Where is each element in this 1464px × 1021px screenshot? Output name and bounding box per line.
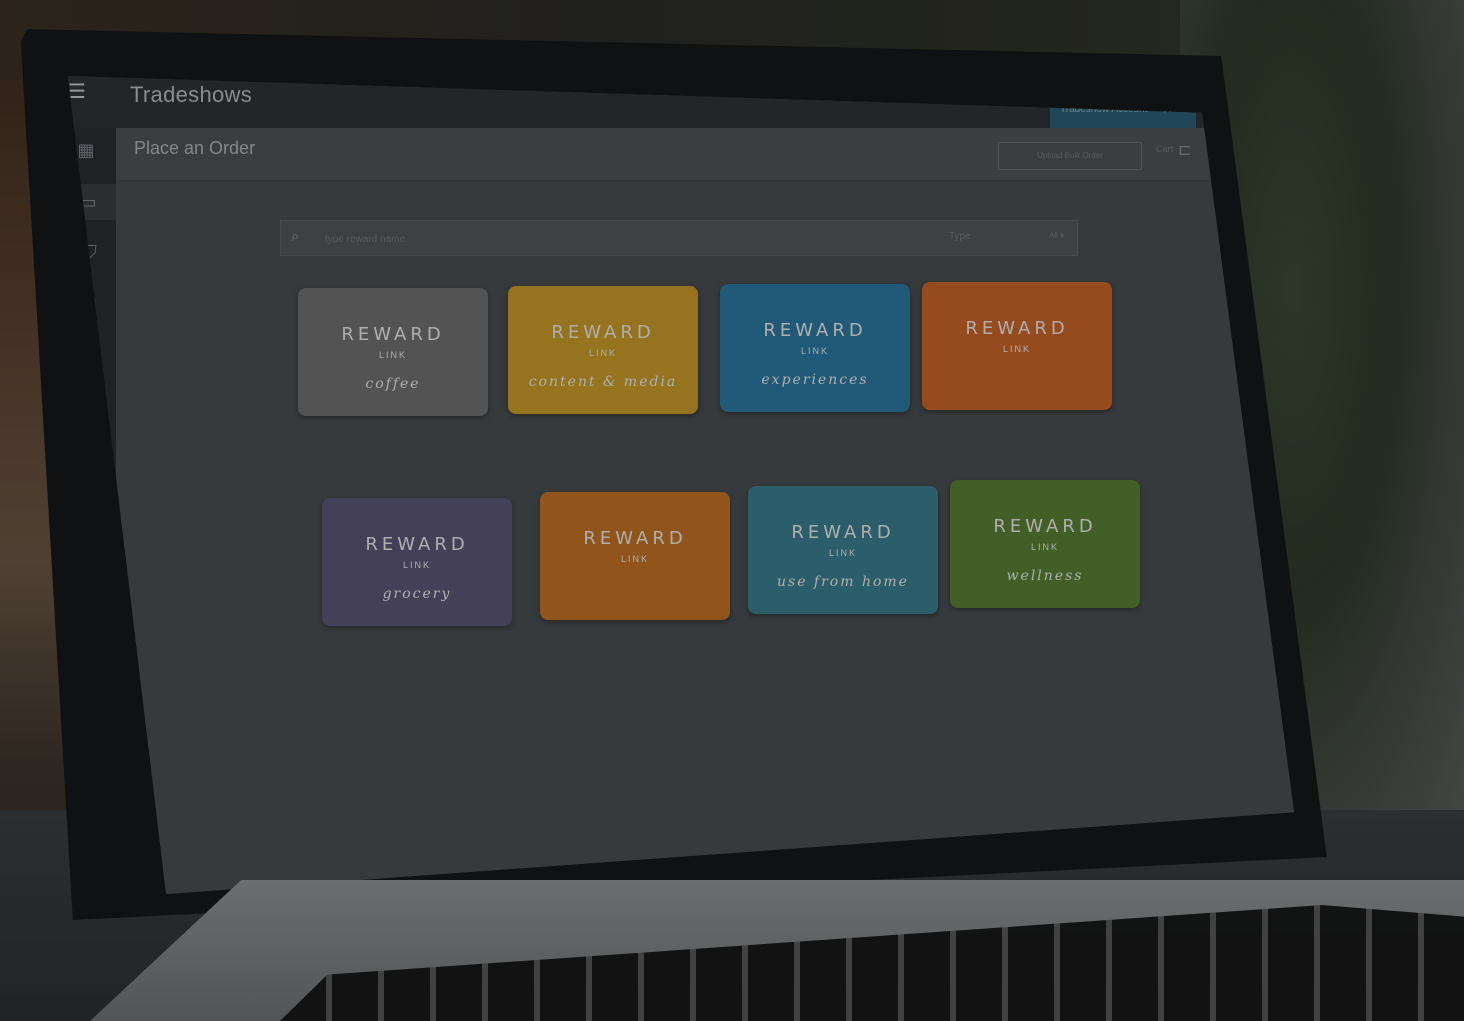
hamburger-icon[interactable]: ☰: [68, 82, 92, 102]
card-sub: LINK: [620, 554, 649, 564]
upload-bulk-order-button[interactable]: Upload Bulk Order: [998, 142, 1142, 170]
reward-card[interactable]: REWARD LINK use from home: [748, 486, 938, 614]
card-brand: REWARD: [965, 318, 1069, 339]
card-brand: REWARD: [791, 522, 895, 543]
card-brand: REWARD: [365, 534, 469, 555]
cart-icon[interactable]: ⊏: [1178, 140, 1191, 160]
card-category: wellness: [1006, 568, 1084, 584]
reward-card[interactable]: REWARD LINK: [540, 492, 730, 620]
reward-card[interactable]: REWARD LINK content & media: [508, 286, 698, 414]
card-sub: LINK: [828, 548, 857, 558]
scene: ☰ Tradeshows ⌂ Tradeshow Account $3K ▾ ▦…: [0, 0, 1464, 1021]
type-filter-label: Type: [949, 231, 971, 242]
search-input[interactable]: [323, 228, 887, 250]
search-icon: ⌕: [291, 228, 300, 245]
page-header: Place an Order Upload Bulk Order Cart ⊏: [116, 128, 1294, 181]
reward-card[interactable]: REWARD LINK experiences: [720, 284, 910, 412]
laptop-screen: ☰ Tradeshows ⌂ Tradeshow Account $3K ▾ ▦…: [68, 76, 1294, 894]
card-category: experiences: [761, 372, 869, 388]
card-sub: LINK: [402, 560, 431, 570]
search-bar: ⌕ Type All ▾: [280, 220, 1078, 256]
cart-label[interactable]: Cart: [1156, 144, 1173, 154]
card-brand: REWARD: [341, 324, 445, 345]
card-sub: LINK: [378, 350, 407, 360]
page-title: Place an Order: [134, 138, 256, 158]
reward-card[interactable]: REWARD LINK coffee: [298, 288, 488, 416]
card-sub: LINK: [1030, 542, 1059, 552]
card-brand: REWARD: [763, 320, 867, 341]
reward-card[interactable]: REWARD LINK grocery: [322, 498, 512, 626]
card-category: content & media: [528, 374, 678, 390]
reward-card[interactable]: REWARD LINK wellness: [950, 480, 1140, 608]
card-sub: LINK: [588, 348, 617, 358]
card-sub: LINK: [800, 346, 829, 356]
card-brand: REWARD: [551, 322, 655, 343]
card-brand: REWARD: [993, 516, 1097, 537]
card-sub: LINK: [1002, 344, 1031, 354]
main-content: Place an Order Upload Bulk Order Cart ⊏ …: [116, 128, 1294, 894]
reward-card[interactable]: REWARD LINK: [922, 282, 1112, 410]
card-category: grocery: [382, 586, 452, 602]
type-filter-select[interactable]: All ▾: [1049, 231, 1064, 240]
laptop: ☰ Tradeshows ⌂ Tradeshow Account $3K ▾ ▦…: [0, 0, 1464, 1021]
card-category: use from home: [777, 574, 909, 590]
app-title: Tradeshows: [130, 82, 253, 107]
card-category: coffee: [365, 376, 421, 392]
card-brand: REWARD: [583, 528, 687, 549]
